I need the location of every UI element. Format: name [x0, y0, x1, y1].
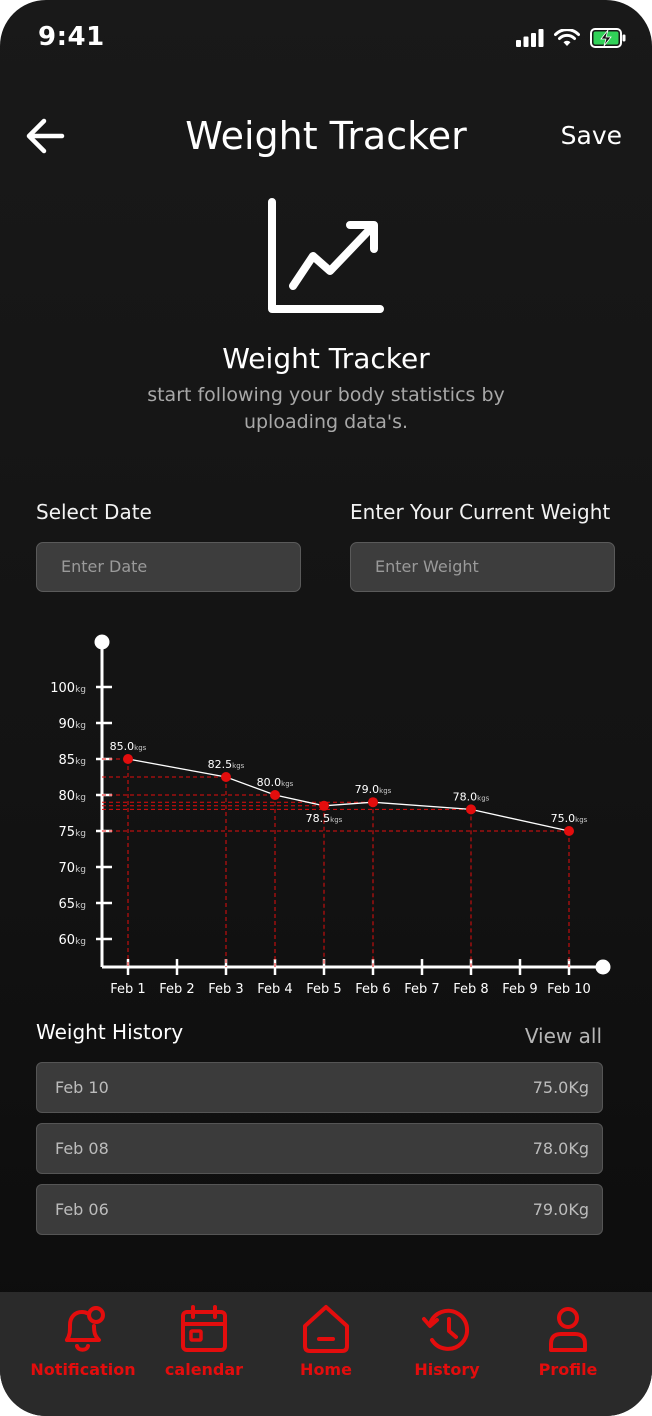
y-tick-label: 90kg: [59, 717, 86, 732]
y-tick-label: 65kg: [59, 897, 86, 912]
data-point: [270, 790, 280, 800]
phone-screen: 9:41 Weight Tracker Save Weight Tracker …: [0, 0, 652, 1416]
history-weight: 75.0Kg: [532, 1078, 589, 1097]
nav-label: History: [414, 1360, 480, 1379]
nav-home[interactable]: Home: [266, 1302, 386, 1379]
date-input[interactable]: [59, 556, 282, 577]
data-point: [564, 826, 574, 836]
x-tick-label: Feb 8: [453, 982, 488, 997]
home-icon: [303, 1305, 349, 1353]
data-label: 85.0kgs: [110, 740, 147, 753]
history-date: Feb 08: [55, 1139, 109, 1158]
y-tick-label: 60kg: [59, 933, 86, 948]
data-label: 80.0kgs: [257, 776, 294, 789]
data-point: [466, 804, 476, 815]
data-label: 82.5kgs: [208, 758, 245, 771]
weight-label: Enter Your Current Weight: [350, 500, 611, 524]
x-tick-label: Feb 10: [547, 982, 591, 997]
history-title: Weight History: [36, 1020, 184, 1044]
data-point: [123, 754, 133, 764]
calendar-icon: [181, 1305, 227, 1352]
wifi-icon: [554, 29, 580, 46]
weight-chart: 100kg 90kg 85kg 80kg 75kg 70kg 65kg 60kg Feb 1 Fe…: [50, 634, 611, 997]
data-label: 79.0kgs: [355, 783, 392, 796]
y-tick-label: 85kg: [59, 753, 86, 768]
history-icon: [422, 1308, 470, 1351]
signal-icon: [516, 29, 544, 47]
save-button[interactable]: Save: [561, 121, 622, 150]
y-tick-label: 70kg: [59, 861, 86, 876]
data-label: 78.5kgs: [306, 812, 343, 825]
battery-icon: [590, 28, 626, 48]
x-tick-label: Feb 7: [404, 982, 439, 997]
x-tick-label: Feb 5: [306, 982, 341, 997]
x-tick-label: Feb 2: [159, 982, 194, 997]
status-icons: [516, 28, 626, 48]
profile-icon: [549, 1307, 587, 1352]
x-tick-label: Feb 4: [257, 982, 292, 997]
nav-label: Notification: [30, 1360, 136, 1379]
nav-notification[interactable]: Notification: [23, 1302, 143, 1379]
bottom-nav: Notification calendar Home History Profi…: [0, 1292, 652, 1416]
trending-chart-icon: [266, 198, 386, 318]
nav-calendar[interactable]: calendar: [144, 1302, 264, 1379]
data-label: 78.0kgs: [453, 790, 490, 803]
history-row[interactable]: Feb 10 75.0Kg: [36, 1062, 603, 1113]
x-tick-label: Feb 1: [110, 982, 145, 997]
status-time: 9:41: [38, 22, 105, 52]
bell-icon: [65, 1306, 105, 1352]
y-tick-label: 100kg: [50, 681, 86, 696]
y-axis-end-dot: [94, 634, 110, 650]
view-all-link[interactable]: View all: [525, 1024, 602, 1048]
page-title: Weight Tracker: [185, 114, 467, 158]
history-weight: 79.0Kg: [532, 1200, 589, 1219]
history-date: Feb 10: [55, 1078, 109, 1097]
hero-title: Weight Tracker: [222, 342, 430, 375]
nav-label: Profile: [538, 1360, 598, 1379]
y-tick-label: 80kg: [59, 789, 86, 804]
data-point: [319, 800, 329, 811]
nav-history[interactable]: History: [387, 1302, 507, 1379]
nav-profile[interactable]: Profile: [508, 1302, 628, 1379]
hero-subtitle: start following your body statistics by …: [147, 384, 505, 433]
history-row[interactable]: Feb 08 78.0Kg: [36, 1123, 603, 1174]
history-date: Feb 06: [55, 1200, 109, 1219]
nav-label: calendar: [164, 1360, 244, 1379]
weight-field[interactable]: [350, 542, 615, 592]
data-point: [221, 772, 231, 782]
date-field[interactable]: [36, 542, 301, 592]
y-tick-label: 75kg: [59, 825, 86, 840]
x-tick-label: Feb 6: [355, 982, 390, 997]
x-tick-label: Feb 3: [208, 982, 243, 997]
weight-input[interactable]: [373, 556, 596, 577]
date-label: Select Date: [36, 500, 152, 524]
data-point: [368, 797, 378, 808]
x-axis-end-dot: [595, 959, 611, 975]
x-tick-label: Feb 9: [502, 982, 537, 997]
nav-label: Home: [300, 1360, 352, 1379]
history-weight: 78.0Kg: [532, 1139, 589, 1158]
data-label: 75.0kgs: [551, 812, 588, 825]
history-row[interactable]: Feb 06 79.0Kg: [36, 1184, 603, 1235]
